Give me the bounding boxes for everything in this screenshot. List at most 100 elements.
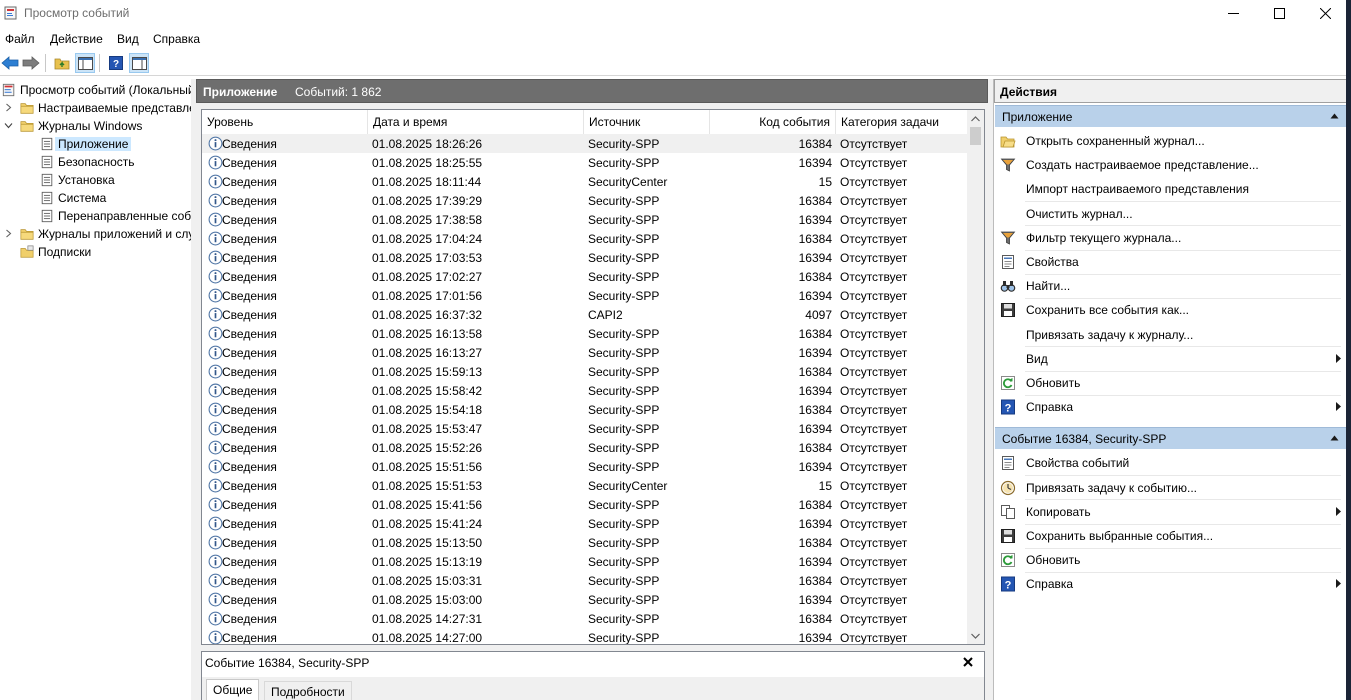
tab-general[interactable]: Общие — [206, 679, 260, 700]
action-item[interactable]: Привязать задачу к журналу... — [995, 323, 1347, 346]
action-item[interactable]: Привязать задачу к событию... — [995, 476, 1347, 499]
back-button[interactable] — [0, 53, 20, 73]
maximize-button[interactable] — [1256, 0, 1302, 27]
action-item[interactable]: Копировать — [995, 500, 1347, 523]
column-header-datetime[interactable]: Дата и время — [368, 110, 584, 134]
tree-item[interactable]: Установка — [0, 171, 191, 189]
tab-details[interactable]: Подробности — [264, 681, 352, 700]
table-row[interactable]: Сведения 01.08.2025 15:58:42 Security-SPP 1… — [202, 381, 968, 400]
toolbar-separator — [99, 54, 100, 72]
log-icon — [41, 173, 53, 187]
table-row[interactable]: Сведения 01.08.2025 15:03:31 Security-SPP 1… — [202, 571, 968, 590]
action-item-label: Создать настраиваемое представление... — [1026, 158, 1259, 173]
action-item[interactable]: Обновить — [995, 371, 1347, 394]
tree-item[interactable]: Настраиваемые представления — [0, 99, 191, 117]
action-item[interactable]: Открыть сохраненный журнал... — [995, 129, 1347, 152]
action-item[interactable]: Импорт настраиваемого представления — [995, 177, 1347, 200]
scroll-down-button[interactable] — [967, 627, 984, 644]
close-button[interactable] — [1302, 0, 1348, 27]
tree-item[interactable]: Подписки — [0, 243, 191, 261]
table-row[interactable]: Сведения 01.08.2025 17:01:56 Security-SPP 1… — [202, 286, 968, 305]
table-row[interactable]: Сведения 01.08.2025 15:52:26 Security-SPP 1… — [202, 438, 968, 457]
show-hide-tree-button[interactable] — [75, 53, 95, 73]
menu-action[interactable]: Действие — [50, 32, 103, 46]
action-item[interactable]: Свойства событий — [995, 451, 1347, 474]
column-header-task-category[interactable]: Категория задачи — [836, 110, 968, 134]
action-item[interactable]: Обновить — [995, 548, 1347, 571]
action-item[interactable]: Сохранить выбранные события... — [995, 524, 1347, 547]
tree-item[interactable]: Приложение — [0, 135, 191, 153]
chevron-down-icon[interactable] — [4, 121, 13, 130]
table-row[interactable]: Сведения 01.08.2025 16:13:58 Security-SPP 1… — [202, 324, 968, 343]
folder-icon — [20, 229, 34, 240]
cell-task-category: Отсутствует — [840, 536, 908, 550]
cell-level: Сведения — [222, 479, 277, 493]
action-item[interactable]: Вид — [995, 347, 1347, 370]
table-row[interactable]: Сведения 01.08.2025 15:51:56 Security-SPP 1… — [202, 457, 968, 476]
chevron-right-icon[interactable] — [4, 229, 13, 238]
table-row[interactable]: Сведения 01.08.2025 18:11:44 SecurityCente… — [202, 172, 968, 191]
action-item[interactable]: Фильтр текущего журнала... — [995, 226, 1347, 249]
table-row[interactable]: Сведения 01.08.2025 15:59:13 Security-SPP 1… — [202, 362, 968, 381]
cell-level: Сведения — [222, 346, 277, 360]
forward-button[interactable] — [21, 53, 41, 73]
cell-level: Сведения — [222, 194, 277, 208]
collapse-caret-icon[interactable] — [1330, 435, 1339, 441]
action-item[interactable]: ? Справка — [995, 572, 1347, 595]
tree-item[interactable]: Просмотр событий (Локальный) — [0, 81, 191, 99]
action-item[interactable]: Найти... — [995, 274, 1347, 297]
table-row[interactable]: Сведения 01.08.2025 16:13:27 Security-SPP 1… — [202, 343, 968, 362]
menu-file[interactable]: Файл — [5, 32, 35, 46]
table-row[interactable]: Сведения 01.08.2025 17:38:58 Security-SPP 1… — [202, 210, 968, 229]
tree-item[interactable]: Безопасность — [0, 153, 191, 171]
close-icon[interactable] — [962, 656, 974, 668]
scroll-up-button[interactable] — [967, 110, 984, 127]
events-scrollbar[interactable] — [967, 110, 984, 644]
table-row[interactable]: Сведения 01.08.2025 17:02:27 Security-SPP 1… — [202, 267, 968, 286]
table-row[interactable]: Сведения 01.08.2025 17:04:24 Security-SPP 1… — [202, 229, 968, 248]
table-row[interactable]: Сведения 01.08.2025 16:37:32 CAPI2 4097 Отсу… — [202, 305, 968, 324]
action-item[interactable]: Создать настраиваемое представление... — [995, 153, 1347, 176]
table-row[interactable]: Сведения 01.08.2025 15:13:19 Security-SPP 1… — [202, 552, 968, 571]
tree-item[interactable]: Перенаправленные события — [0, 207, 191, 225]
table-row[interactable]: Сведения 01.08.2025 15:41:24 Security-SPP 1… — [202, 514, 968, 533]
table-row[interactable]: Сведения 01.08.2025 15:53:47 Security-SPP 1… — [202, 419, 968, 438]
column-header-source[interactable]: Источник — [584, 110, 710, 134]
tree-item[interactable]: Журналы Windows — [0, 117, 191, 135]
collapse-caret-icon[interactable] — [1330, 113, 1339, 119]
tree-item[interactable]: Система — [0, 189, 191, 207]
action-item[interactable]: ? Справка — [995, 395, 1347, 418]
column-header-event-id[interactable]: Код события — [710, 110, 836, 134]
scroll-thumb[interactable] — [970, 127, 981, 145]
show-hide-actions-button[interactable] — [129, 53, 149, 73]
table-row[interactable]: Сведения 01.08.2025 18:25:55 Security-SPP 1… — [202, 153, 968, 172]
table-row[interactable]: Сведения 01.08.2025 15:51:53 SecurityCente… — [202, 476, 968, 495]
cell-level: Сведения — [222, 555, 277, 569]
minimize-button[interactable] — [1210, 0, 1256, 27]
table-row[interactable]: Сведения 01.08.2025 15:13:50 Security-SPP 1… — [202, 533, 968, 552]
actions-section-header[interactable]: Приложение — [995, 105, 1347, 127]
chevron-right-icon[interactable] — [4, 103, 13, 112]
table-row[interactable]: Сведения 01.08.2025 17:03:53 Security-SPP 1… — [202, 248, 968, 267]
help-button[interactable]: ? — [106, 53, 126, 73]
help-icon: ? — [109, 56, 123, 70]
action-item[interactable]: Очистить журнал... — [995, 202, 1347, 225]
menu-help[interactable]: Справка — [153, 32, 200, 46]
column-header-level[interactable]: Уровень — [202, 110, 368, 134]
table-row[interactable]: Сведения 01.08.2025 15:03:00 Security-SPP 1… — [202, 590, 968, 609]
actions-section-header[interactable]: Событие 16384, Security-SPP — [995, 427, 1347, 450]
table-row[interactable]: Сведения 01.08.2025 15:54:18 Security-SPP 1… — [202, 400, 968, 419]
table-row[interactable]: Сведения 01.08.2025 15:41:56 Security-SPP 1… — [202, 495, 968, 514]
up-folder-button[interactable] — [52, 53, 72, 73]
table-row[interactable]: Сведения 01.08.2025 14:27:31 Security-SPP 1… — [202, 609, 968, 628]
action-item[interactable]: Свойства — [995, 250, 1347, 273]
menu-view[interactable]: Вид — [117, 32, 139, 46]
tree-item[interactable]: Журналы приложений и служб — [0, 225, 191, 243]
table-row[interactable]: Сведения 01.08.2025 18:26:26 Security-SPP 1… — [202, 134, 968, 153]
table-row[interactable]: Сведения 01.08.2025 17:39:29 Security-SPP 1… — [202, 191, 968, 210]
action-item[interactable]: Сохранить все события как... — [995, 298, 1347, 321]
events-grid: Уровень Дата и время Источник Код событи… — [201, 109, 985, 645]
task-icon — [1000, 480, 1016, 495]
table-row[interactable]: Сведения 01.08.2025 14:27:00 Security-SPP 1… — [202, 628, 968, 644]
cell-source: Security-SPP — [588, 251, 660, 265]
